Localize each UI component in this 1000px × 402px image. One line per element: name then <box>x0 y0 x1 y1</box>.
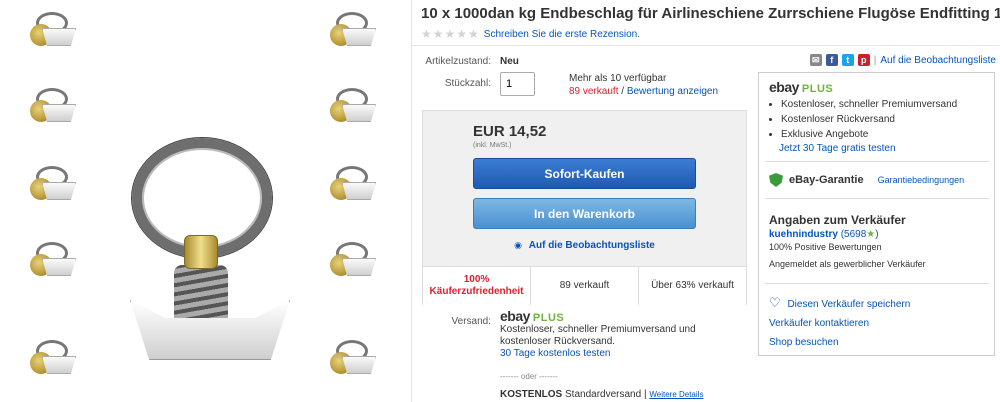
right-panel: ebayPLUS Kostenloser, schneller Premiumv… <box>758 72 995 356</box>
quantity-input[interactable] <box>500 72 535 96</box>
business-seller-note: Angemeldet als gewerblicher Verkäufer <box>769 259 926 269</box>
standard-shipping: KOSTENLOS Standardversand | Weitere Deta… <box>500 389 703 400</box>
thumbnail-fitting-icon <box>326 240 384 286</box>
seller-line: kuehnindustry (5698★) <box>769 229 987 240</box>
thumbnail-fitting-icon <box>26 10 84 56</box>
pinterest-icon[interactable]: p <box>857 54 870 66</box>
ebay-plus-logo: ebay PLUS <box>500 308 730 324</box>
percent-sold-stat: Über 63% verkauft <box>651 280 734 291</box>
plus-wordmark-right: PLUS <box>801 83 834 95</box>
product-title: 10 x 1000dan kg Endbeschlag für Airlines… <box>421 5 1000 22</box>
satisfaction-percent: 100% <box>463 274 490 285</box>
seller-heading: Angaben zum Verkäufer <box>769 213 906 227</box>
star-rating-icon: ★★★★★ <box>421 27 480 41</box>
buy-box: EUR 14,52 (inkl. MwSt.) Sofort-Kaufen In… <box>422 110 747 305</box>
guarantee-row: eBay-Garantie Garantiebedingungen <box>769 173 987 187</box>
plus-wordmark: PLUS <box>532 312 565 324</box>
mail-icon[interactable]: ✉ <box>809 54 822 66</box>
divider <box>765 283 989 284</box>
positive-feedback: 100% Positive Bewertungen <box>769 242 882 252</box>
twitter-icon[interactable]: t <box>841 54 854 66</box>
shield-icon <box>769 173 783 187</box>
thumbnail-fitting-icon <box>326 164 384 210</box>
stats-row: 100% Käuferzufriedenheit 89 verkauft Übe… <box>423 266 746 305</box>
benefit-item: Kostenloser, schneller Premiumversand <box>781 97 987 112</box>
thumbnail-fitting-icon <box>326 338 384 384</box>
buy-now-button[interactable]: Sofort-Kaufen <box>473 158 696 189</box>
shipping-block: ebay PLUS Kostenloser, schneller Premiumv… <box>500 308 730 360</box>
share-separator: | <box>873 54 877 66</box>
thumbnail-fitting-icon <box>26 164 84 210</box>
facebook-icon[interactable]: f <box>825 54 838 66</box>
guarantee-terms-link[interactable]: Garantiebedingungen <box>878 175 965 185</box>
sold-stat: 89 verkauft <box>531 267 639 305</box>
seller-score-end: ) <box>875 229 879 240</box>
seller-score[interactable]: (5698 <box>841 229 867 240</box>
condition-label: Artikelzustand: <box>425 56 491 67</box>
free-label: KOSTENLOS <box>500 389 563 400</box>
shipping-trial-link[interactable]: 30 Tage kostenlos testen <box>500 348 610 359</box>
seller-section: Angaben zum Verkäufer kuehnindustry (569… <box>769 213 987 272</box>
quantity-label: Stückzahl: <box>444 78 491 89</box>
benefit-item: Kostenloser Rückversand <box>781 112 987 127</box>
thumbnail-fitting-icon <box>26 240 84 286</box>
ebay-plus-logo-right: ebay PLUS <box>769 79 987 95</box>
save-seller-link[interactable]: Diesen Verkäufer speichern <box>787 299 910 310</box>
or-separator: ------- oder ------- <box>500 372 558 381</box>
more-details-link[interactable]: Weitere Details <box>649 390 703 399</box>
thumbnail-fitting-icon <box>326 86 384 132</box>
watchlist-row[interactable]: ◉ Auf die Beobachtungsliste <box>423 240 746 251</box>
save-seller-row[interactable]: ♡ Diesen Verkäufer speichern <box>769 293 987 314</box>
view-rating-link[interactable]: Bewertung anzeigen <box>627 86 718 97</box>
share-bar: ✉ f t p | Auf die Beobachtungsliste <box>809 54 996 66</box>
sold-separator: / <box>618 86 627 97</box>
ebay-wordmark: ebay <box>500 308 530 324</box>
ebay-wordmark-right: ebay <box>769 79 799 95</box>
add-to-cart-button[interactable]: In den Warenkorb <box>473 198 696 229</box>
satisfaction-stat: 100% Käuferzufriedenheit <box>423 267 531 305</box>
plus-trial-link[interactable]: Jetzt 30 Tage gratis testen <box>779 143 896 154</box>
main-product-image <box>120 130 300 360</box>
benefit-item: Exklusive Angebote <box>781 127 987 142</box>
divider <box>765 161 989 162</box>
plus-benefits-list: Kostenloser, schneller Premiumversand Ko… <box>769 97 987 142</box>
condition-value: Neu <box>500 56 519 67</box>
divider <box>765 198 989 199</box>
thumbnail-fitting-icon <box>26 338 84 384</box>
watchlist-link-top[interactable]: Auf die Beobachtungsliste <box>880 55 996 66</box>
divider <box>412 45 1000 46</box>
satisfaction-label: Käuferzufriedenheit <box>429 286 524 297</box>
contact-seller-link[interactable]: Verkäufer kontaktieren <box>769 318 869 329</box>
price-tax-note: (inkl. MwSt.) <box>473 142 512 149</box>
rating-row: ★★★★★ Schreiben Sie die erste Rezension. <box>421 27 640 41</box>
visit-shop-link[interactable]: Shop besuchen <box>769 337 839 348</box>
heart-icon: ♡ <box>769 295 781 310</box>
write-review-link[interactable]: Schreiben Sie die erste Rezension. <box>484 29 640 40</box>
availability-text: Mehr als 10 verfügbar <box>569 73 667 84</box>
thumbnail-fitting-icon <box>326 10 384 56</box>
seller-name-link[interactable]: kuehnindustry <box>769 229 838 240</box>
guarantee-label: eBay-Garantie <box>789 174 864 186</box>
sold-count: 89 verkauft <box>569 86 619 97</box>
watchlist-link[interactable]: Auf die Beobachtungsliste <box>529 240 655 251</box>
standard-label: Standardversand | <box>565 389 647 400</box>
thumbnail-fitting-icon <box>26 86 84 132</box>
shipping-label: Versand: <box>451 316 491 327</box>
ebay-plus-section: ebayPLUS Kostenloser, schneller Premiumv… <box>769 79 987 154</box>
price: EUR 14,52 <box>473 123 547 140</box>
star-icon: ★ <box>866 229 876 240</box>
shipping-line-2: kostenloser Rückversand. <box>500 336 616 347</box>
product-image-area[interactable] <box>0 0 412 402</box>
eye-icon: ◉ <box>514 240 522 250</box>
seller-actions: ♡ Diesen Verkäufer speichern Verkäufer k… <box>769 293 987 352</box>
availability-info: Mehr als 10 verfügbar 89 verkauft / Bewe… <box>569 72 718 98</box>
shipping-line-1: Kostenloser, schneller Premiumversand un… <box>500 324 696 335</box>
